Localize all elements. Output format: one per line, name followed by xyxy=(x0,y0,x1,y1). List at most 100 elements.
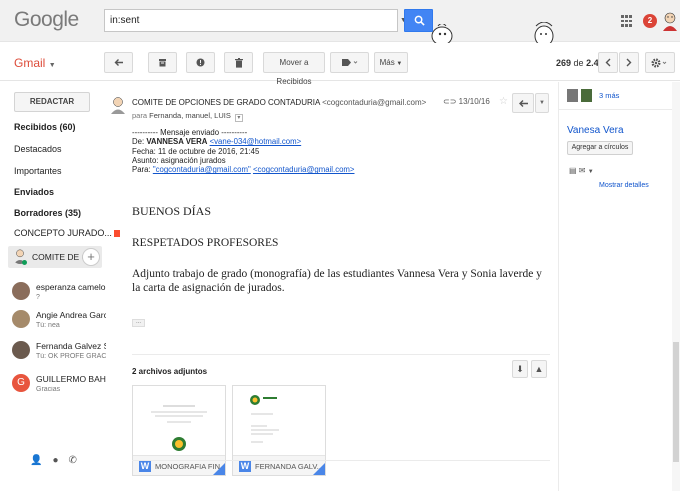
hangout-name: Fernanda Galvez Sal xyxy=(36,341,106,351)
nav-label-concepto-text: CONCEPTO JURADO... xyxy=(14,228,112,238)
reply-button[interactable] xyxy=(512,93,534,113)
add-to-circles-button[interactable]: Agregar a círculos xyxy=(567,141,633,155)
hangout-contact[interactable]: G GUILLERMO BAHAM Gracias xyxy=(12,374,108,400)
chevron-down-icon: ▼ xyxy=(48,62,56,69)
date-text: 13/10/16 xyxy=(458,97,490,106)
google-logo[interactable]: Google xyxy=(14,8,79,32)
hangout-name: GUILLERMO BAHAM xyxy=(36,374,106,384)
attachment-preview xyxy=(133,386,225,455)
back-arrow-icon xyxy=(114,59,123,66)
hangout-active-row[interactable]: COMITE DE OI + xyxy=(8,246,102,268)
fwd-from-name: VANNESA VERA xyxy=(146,137,208,147)
avatar[interactable] xyxy=(567,89,578,102)
mail-icon[interactable]: ✉ xyxy=(579,166,586,175)
to-prefix: para xyxy=(132,111,148,120)
avatar xyxy=(12,341,30,359)
fwd-to-link[interactable]: <cogcontaduria@gmail.com> xyxy=(253,165,355,174)
avatar[interactable] xyxy=(581,89,592,102)
chevron-left-icon xyxy=(605,58,611,67)
doc-corner-icon xyxy=(213,463,225,475)
fwd-from-email-link[interactable]: <vane-034@hotmail.com> xyxy=(210,137,302,146)
hangout-name: esperanza camelo gu xyxy=(36,282,106,292)
move-to-inbox-button[interactable]: Mover a Recibidos xyxy=(263,52,325,86)
newer-button[interactable] xyxy=(598,52,618,73)
apps-grid-icon[interactable] xyxy=(621,15,633,27)
attachment-footer: W FERNANDA GALV... xyxy=(233,455,325,475)
compose-button[interactable]: REDACTAR xyxy=(14,92,90,112)
more-label: Más xyxy=(379,58,395,67)
attachments-title: 2 archivos adjuntos xyxy=(132,367,208,376)
fwd-to: Para: "cogcontaduria@gmail.com" <cogcont… xyxy=(132,165,355,175)
attachment-footer: W MONOGRAFIA FIN... xyxy=(133,455,225,475)
save-to-drive-button[interactable]: ▲ xyxy=(531,360,547,378)
divider xyxy=(132,354,550,355)
message-date: ⊂⊃ 13/10/16 xyxy=(443,97,490,106)
body-salutation: RESPETADOS PROFESORES xyxy=(132,237,279,249)
avatar: G xyxy=(12,374,30,392)
hangout-contact[interactable]: Fernanda Galvez Sal Tú: OK PROFE GRACIAS xyxy=(12,341,108,367)
back-button[interactable] xyxy=(104,52,133,73)
show-details-icon[interactable]: ▾ xyxy=(234,114,243,122)
more-actions-button[interactable]: Más ▼ xyxy=(374,52,408,73)
gear-icon xyxy=(651,58,667,68)
nav-sent[interactable]: Enviados xyxy=(14,187,54,197)
sender-name: COMITE DE OPCIONES DE GRADO CONTADURIA xyxy=(132,98,320,107)
older-button[interactable] xyxy=(619,52,639,73)
hangout-snippet: Tú: OK PROFE GRACIAS xyxy=(36,353,106,360)
archive-icon xyxy=(159,59,166,67)
word-doc-icon: W xyxy=(139,460,151,472)
avatar[interactable] xyxy=(661,11,679,31)
nav-starred[interactable]: Destacados xyxy=(14,144,62,154)
star-icon[interactable]: ☆ xyxy=(499,96,508,107)
sender-email: <cogcontaduria@gmail.com> xyxy=(322,98,427,107)
gmail-menu[interactable]: Gmail ▼ xyxy=(14,56,56,70)
download-all-button[interactable]: ⬇ xyxy=(512,360,528,378)
forwarded-header: ---------- Mensaje enviado ---------- xyxy=(132,128,248,137)
fwd-from: De: VANNESA VERA <vane-034@hotmail.com> xyxy=(132,137,302,147)
labels-button[interactable] xyxy=(330,52,369,73)
fwd-to-link[interactable]: "cogcontaduria@gmail.com" xyxy=(153,165,251,174)
nav-important[interactable]: Importantes xyxy=(14,166,62,176)
person-icon[interactable]: 👤 xyxy=(30,455,42,466)
hangout-contact[interactable]: Angie Andrea García Tú: nea xyxy=(12,310,108,336)
participant-avatars xyxy=(567,89,592,102)
hangouts-icon[interactable]: ● xyxy=(52,455,58,466)
word-doc-icon: W xyxy=(239,460,251,472)
chevron-right-icon xyxy=(626,58,632,67)
nav-inbox[interactable]: Recibidos (60) xyxy=(14,122,76,132)
hangouts-footer: 👤 ● ✆ xyxy=(30,455,77,466)
settings-button[interactable] xyxy=(645,52,675,73)
delete-button[interactable] xyxy=(224,52,253,73)
top-bar: Google in:sent ▼ 2 xyxy=(0,0,680,81)
hangout-contact[interactable]: esperanza camelo gu ? xyxy=(12,282,108,308)
more-participants-link[interactable]: 3 más xyxy=(599,91,619,100)
search-input[interactable]: in:sent xyxy=(104,9,398,32)
chevron-down-icon[interactable]: ▼ xyxy=(588,169,594,175)
attachment-card[interactable]: W MONOGRAFIA FIN... xyxy=(132,385,226,476)
report-spam-button[interactable] xyxy=(186,52,215,73)
doc-corner-icon xyxy=(313,463,325,475)
notification-badge[interactable]: 2 xyxy=(643,14,657,28)
nav-label-concepto[interactable]: CONCEPTO JURADO... xyxy=(14,228,120,238)
scrollbar-thumb[interactable] xyxy=(673,342,679,462)
show-trimmed-button[interactable]: ... xyxy=(132,319,145,327)
contact-name[interactable]: Vanesa Vera xyxy=(567,125,624,136)
sender: COMITE DE OPCIONES DE GRADO CONTADURIA <… xyxy=(132,98,426,107)
label-icon xyxy=(341,59,357,66)
body-greeting: BUENOS DÍAS xyxy=(132,204,212,218)
reply-icon xyxy=(519,100,528,107)
gmail-label: Gmail xyxy=(14,56,46,70)
attachment-card[interactable]: W FERNANDA GALV... xyxy=(232,385,326,476)
phone-icon[interactable]: ✆ xyxy=(69,455,77,466)
message-more-button[interactable]: ▼ xyxy=(535,93,549,113)
scrollbar[interactable] xyxy=(672,82,680,491)
trash-icon xyxy=(234,58,243,68)
contact-panel: 3 más Vanesa Vera Agregar a círculos ▤ ✉… xyxy=(558,82,680,491)
toolbar: Gmail ▼ Mover a Recibidos Más ▼ 269 de 2… xyxy=(0,43,680,86)
hangout-snippet: Gracias xyxy=(36,386,61,393)
calendar-icon[interactable]: ▤ xyxy=(569,166,577,175)
new-hangout-button[interactable]: + xyxy=(82,248,100,266)
nav-drafts[interactable]: Borradores (35) xyxy=(14,208,81,218)
show-details-link[interactable]: Mostrar detalles xyxy=(599,182,649,189)
archive-button[interactable] xyxy=(148,52,177,73)
